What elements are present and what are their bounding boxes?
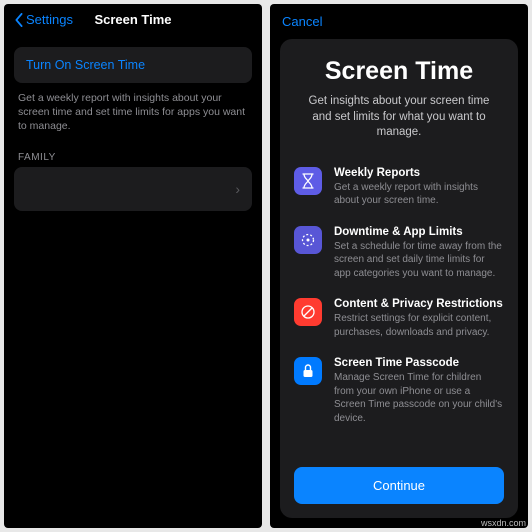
intro-screen: Cancel Screen Time Get insights about yo… <box>270 4 528 528</box>
feature-body: Manage Screen Time for children from you… <box>334 371 504 425</box>
back-button[interactable]: Settings <box>14 12 73 27</box>
feature-passcode: Screen Time Passcode Manage Screen Time … <box>294 357 504 425</box>
lock-icon <box>294 357 322 385</box>
back-label: Settings <box>26 12 73 27</box>
family-cell[interactable]: › <box>14 167 252 211</box>
nav-title: Screen Time <box>94 12 171 27</box>
feature-title: Downtime & App Limits <box>334 226 504 238</box>
chevron-right-icon: › <box>235 181 240 197</box>
continue-button[interactable]: Continue <box>294 467 504 504</box>
feature-downtime: Downtime & App Limits Set a schedule for… <box>294 226 504 281</box>
continue-label: Continue <box>373 478 425 493</box>
feature-body: Set a schedule for time away from the sc… <box>334 240 504 281</box>
feature-body: Get a weekly report with insights about … <box>334 181 504 208</box>
cancel-button[interactable]: Cancel <box>282 14 322 29</box>
feature-list: Weekly Reports Get a weekly report with … <box>294 167 504 457</box>
dial-icon <box>294 226 322 254</box>
feature-title: Weekly Reports <box>334 167 504 179</box>
page-subtitle: Get insights about your screen time and … <box>294 86 504 141</box>
feature-content-privacy: Content & Privacy Restrictions Restrict … <box>294 298 504 339</box>
nav-bar: Cancel <box>270 4 528 33</box>
turn-on-description: Get a weekly report with insights about … <box>4 87 262 134</box>
feature-body: Restrict settings for explicit content, … <box>334 312 504 339</box>
turn-on-label: Turn On Screen Time <box>26 58 145 72</box>
hourglass-icon <box>294 167 322 195</box>
turn-on-screen-time[interactable]: Turn On Screen Time <box>14 47 252 83</box>
page-title: Screen Time <box>294 57 504 86</box>
feature-title: Screen Time Passcode <box>334 357 504 369</box>
chevron-left-icon <box>14 13 24 27</box>
family-header: FAMILY <box>4 134 262 167</box>
feature-weekly-reports: Weekly Reports Get a weekly report with … <box>294 167 504 208</box>
watermark: wsxdn.com <box>481 518 526 528</box>
nav-bar: Settings Screen Time <box>4 4 262 37</box>
intro-sheet: Screen Time Get insights about your scre… <box>280 39 518 518</box>
settings-screen: Settings Screen Time Turn On Screen Time… <box>4 4 262 528</box>
no-entry-icon <box>294 298 322 326</box>
feature-title: Content & Privacy Restrictions <box>334 298 504 310</box>
